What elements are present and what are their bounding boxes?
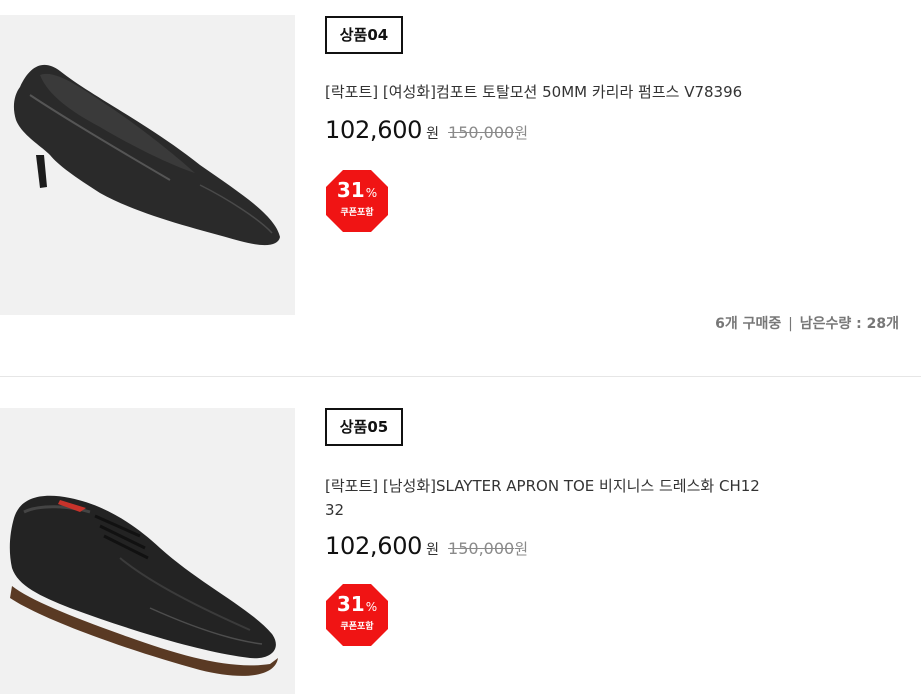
sale-price-unit: 원 (426, 542, 440, 558)
discount-badge: 31% 쿠폰포함 (325, 169, 389, 233)
discount-label: 쿠폰포함 (340, 622, 374, 632)
discount-label: 쿠폰포함 (340, 208, 374, 218)
oxford-shoe-image (0, 408, 295, 694)
product-title[interactable]: [락포트] [여성화]컴포트 토탈모션 50MM 카리라 펌프스 V78396 (325, 80, 765, 104)
discount-value: 31 (336, 592, 365, 616)
remaining-quantity: 남은수량 : 28개 (799, 316, 899, 332)
product-card[interactable]: 상품05 [락포트] [남성화]SLAYTER APRON TOE 비지니스 드… (0, 378, 921, 694)
sale-price-unit: 원 (426, 126, 440, 142)
sale-price: 102,600 (325, 116, 423, 144)
discount-percent-sign: % (365, 186, 378, 200)
buying-count: 6개 구매중 (715, 316, 782, 332)
original-price: 150,000 (448, 539, 515, 558)
product-image[interactable] (0, 408, 295, 694)
pump-shoe-image (0, 15, 295, 315)
product-image[interactable] (0, 15, 295, 315)
original-price: 150,000 (448, 123, 515, 142)
product-number-badge: 상품05 (325, 408, 403, 446)
original-price-unit: 원 (514, 124, 529, 142)
original-price-unit: 원 (514, 540, 529, 558)
sale-price: 102,600 (325, 532, 423, 560)
product-number-badge: 상품04 (325, 16, 403, 54)
discount-rate: 31% (325, 592, 389, 619)
discount-rate: 31% (325, 178, 389, 205)
price-row: 102,600 원 150,000 원 (325, 532, 528, 564)
product-divider (0, 376, 921, 377)
discount-percent-sign: % (365, 600, 378, 614)
stock-separator: | (788, 316, 793, 332)
discount-value: 31 (336, 178, 365, 202)
product-card[interactable]: 상품04 [락포트] [여성화]컴포트 토탈모션 50MM 카리라 펌프스 V7… (0, 0, 921, 376)
product-title[interactable]: [락포트] [남성화]SLAYTER APRON TOE 비지니스 드레스화 C… (325, 474, 765, 522)
product-list: 상품04 [락포트] [여성화]컴포트 토탈모션 50MM 카리라 펌프스 V7… (0, 0, 921, 694)
discount-badge: 31% 쿠폰포함 (325, 583, 389, 647)
stock-info: 6개 구매중 | 남은수량 : 28개 (715, 313, 899, 333)
price-row: 102,600 원 150,000 원 (325, 116, 528, 148)
